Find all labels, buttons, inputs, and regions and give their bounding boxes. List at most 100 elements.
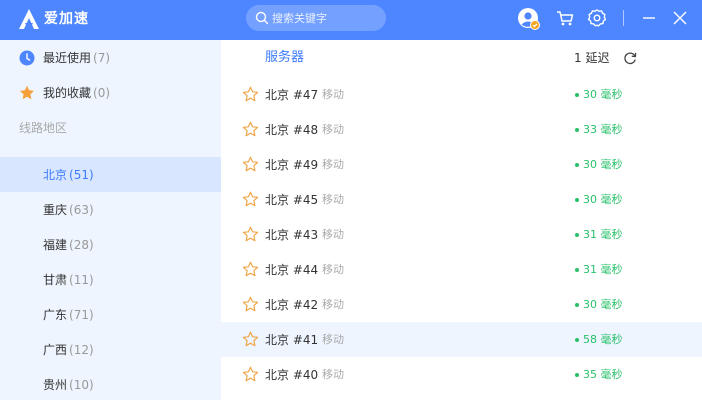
server-isp: 移动 bbox=[322, 263, 344, 276]
sidebar-item-count: (7) bbox=[93, 51, 111, 65]
latency-status-dot bbox=[575, 198, 579, 202]
region-count: (11) bbox=[69, 273, 94, 287]
region-label: 重庆 bbox=[43, 203, 68, 217]
favorite-star-icon[interactable] bbox=[242, 121, 259, 138]
server-latency: 33 毫秒 bbox=[583, 123, 623, 136]
server-latency: 30 毫秒 bbox=[583, 193, 623, 206]
region-item-guizhou[interactable]: 贵州 (10) bbox=[0, 367, 221, 400]
favorite-star-icon[interactable] bbox=[242, 191, 259, 208]
server-row[interactable]: 北京 #48 移动 33 毫秒 bbox=[221, 112, 702, 147]
server-name: 北京 #45 bbox=[265, 193, 319, 207]
favorite-star-icon[interactable] bbox=[242, 331, 259, 348]
region-count: (10) bbox=[69, 378, 94, 392]
latency-status-dot bbox=[575, 93, 579, 97]
server-row[interactable]: 北京 #44 移动 31 毫秒 bbox=[221, 252, 702, 287]
server-name: 北京 #48 bbox=[265, 123, 319, 137]
server-latency: 30 毫秒 bbox=[583, 158, 623, 171]
latency-status-dot bbox=[575, 303, 579, 307]
region-label: 广西 bbox=[43, 343, 68, 357]
region-label: 贵州 bbox=[43, 378, 68, 392]
region-count: (12) bbox=[69, 343, 94, 357]
cart-icon[interactable] bbox=[555, 8, 575, 28]
favorite-star-icon[interactable] bbox=[242, 261, 259, 278]
region-item-beijing[interactable]: 北京 (51) bbox=[0, 157, 221, 192]
search-input[interactable] bbox=[272, 5, 380, 31]
server-name: 北京 #49 bbox=[265, 158, 319, 172]
close-icon[interactable] bbox=[670, 8, 690, 28]
region-item-gansu[interactable]: 甘肃 (11) bbox=[0, 262, 221, 297]
sidebar-item-favorites[interactable]: 我的收藏 (0) bbox=[0, 75, 221, 110]
settings-gear-icon[interactable] bbox=[587, 8, 607, 28]
server-isp: 移动 bbox=[322, 193, 344, 206]
server-latency: 58 毫秒 bbox=[583, 333, 623, 346]
region-count: (28) bbox=[69, 238, 94, 252]
region-item-guangxi[interactable]: 广西 (12) bbox=[0, 332, 221, 367]
server-latency: 30 毫秒 bbox=[583, 298, 623, 311]
server-column-title: 服务器 bbox=[265, 50, 305, 65]
region-count: (63) bbox=[69, 203, 94, 217]
sidebar-item-count: (0) bbox=[93, 86, 111, 100]
favorite-star-icon[interactable] bbox=[242, 226, 259, 243]
sidebar-item-label: 最近使用 bbox=[43, 51, 92, 65]
region-label: 北京 bbox=[43, 168, 68, 182]
favorite-star-icon[interactable] bbox=[242, 366, 259, 383]
clock-icon bbox=[19, 50, 35, 66]
section-label-regions: 线路地区 bbox=[19, 121, 68, 135]
server-isp: 移动 bbox=[322, 228, 344, 241]
server-latency: 31 毫秒 bbox=[583, 228, 623, 241]
server-isp: 移动 bbox=[322, 123, 344, 136]
server-row[interactable]: 北京 #40 移动 35 毫秒 bbox=[221, 357, 702, 392]
region-label: 甘肃 bbox=[43, 273, 68, 287]
server-name: 北京 #43 bbox=[265, 228, 319, 242]
title-bar: 爱加速 bbox=[0, 0, 702, 40]
server-latency: 31 毫秒 bbox=[583, 263, 623, 276]
search-box[interactable] bbox=[246, 5, 386, 31]
server-row[interactable]: 北京 #47 移动 30 毫秒 bbox=[221, 77, 702, 112]
server-isp: 移动 bbox=[322, 298, 344, 311]
server-row[interactable]: 北京 #45 移动 30 毫秒 bbox=[221, 182, 702, 217]
server-row[interactable]: 北京 #42 移动 30 毫秒 bbox=[221, 287, 702, 322]
refresh-icon[interactable] bbox=[622, 50, 638, 66]
titlebar-divider bbox=[623, 10, 624, 26]
server-row[interactable]: 北京 #49 移动 30 毫秒 bbox=[221, 147, 702, 182]
latency-status-dot bbox=[575, 373, 579, 377]
app-logo-icon bbox=[19, 9, 39, 29]
region-count: (51) bbox=[69, 168, 94, 182]
minimize-icon[interactable] bbox=[639, 8, 659, 28]
server-name: 北京 #47 bbox=[265, 88, 319, 102]
region-item-chongqing[interactable]: 重庆 (63) bbox=[0, 192, 221, 227]
server-name: 北京 #42 bbox=[265, 298, 319, 312]
server-row[interactable]: 北京 #41 移动 58 毫秒 bbox=[221, 322, 702, 357]
region-item-guangdong[interactable]: 广东 (71) bbox=[0, 297, 221, 332]
star-filled-icon bbox=[19, 85, 35, 100]
server-isp: 移动 bbox=[322, 333, 344, 346]
latency-status-dot bbox=[575, 268, 579, 272]
sidebar: 最近使用 (7) 我的收藏 (0) 线路地区 北京 (51) 重庆 (63) 福建 (28… bbox=[0, 40, 221, 400]
latency-status-dot bbox=[575, 128, 579, 132]
region-label: 福建 bbox=[43, 238, 68, 252]
sidebar-item-recent[interactable]: 最近使用 (7) bbox=[0, 40, 221, 75]
user-avatar-icon[interactable] bbox=[517, 7, 541, 31]
region-item-fujian[interactable]: 福建 (28) bbox=[0, 227, 221, 262]
server-name: 北京 #41 bbox=[265, 333, 319, 347]
server-isp: 移动 bbox=[322, 158, 344, 171]
latency-status-dot bbox=[575, 163, 579, 167]
region-label: 广东 bbox=[43, 308, 68, 322]
sidebar-item-label: 我的收藏 bbox=[43, 86, 92, 100]
region-count: (71) bbox=[69, 308, 94, 322]
latency-sort-button[interactable]: 1 延迟 bbox=[574, 50, 609, 66]
latency-status-dot bbox=[575, 338, 579, 342]
favorite-star-icon[interactable] bbox=[242, 296, 259, 313]
server-name: 北京 #40 bbox=[265, 368, 319, 382]
latency-status-dot bbox=[575, 233, 579, 237]
server-latency: 35 毫秒 bbox=[583, 368, 623, 381]
favorite-star-icon[interactable] bbox=[242, 156, 259, 173]
server-row[interactable]: 北京 #43 移动 31 毫秒 bbox=[221, 217, 702, 252]
app-title: 爱加速 bbox=[44, 11, 89, 27]
server-list-header: 服务器 1 延迟 bbox=[221, 40, 702, 76]
server-isp: 移动 bbox=[322, 368, 344, 381]
server-list-panel: 服务器 1 延迟 北京 #47 移动 30 毫秒 北京 #48 移动 33 毫秒… bbox=[221, 40, 702, 400]
server-isp: 移动 bbox=[322, 88, 344, 101]
server-name: 北京 #44 bbox=[265, 263, 319, 277]
favorite-star-icon[interactable] bbox=[242, 86, 259, 103]
